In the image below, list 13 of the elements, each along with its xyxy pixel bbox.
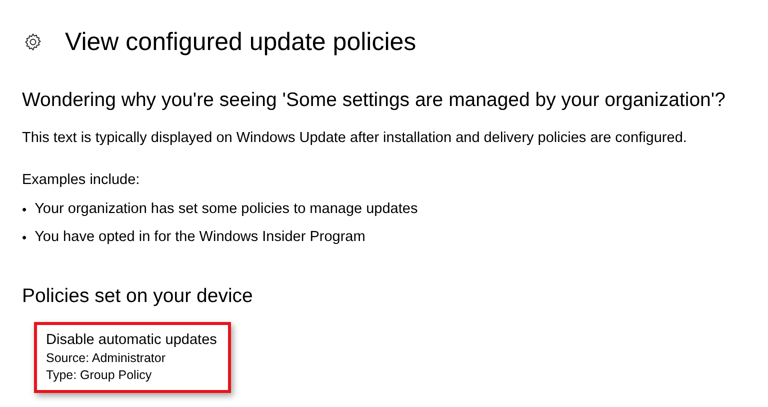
examples-label: Examples include: [22,172,141,188]
description-text: This text is typically displayed on Windows Update after installation and delivery policies are configured. [22,130,688,146]
policy-source: Source: Administrator [46,351,166,365]
page-title: View configured update policies [65,28,416,56]
example-text: Your organization has set some policies to manage updates [34,201,418,217]
example-text: You have opted in for the Windows Insider Program [34,229,366,245]
settings-icon [23,32,43,52]
section-heading: Wondering why you're seeing 'Some settings are managed by your organization'? [22,89,726,112]
bullet-mark: • [22,230,27,244]
bullet-mark: • [22,202,27,216]
policy-name: Disable automatic updates [46,332,217,348]
policy-type: Type: Group Policy [46,368,153,382]
section-heading: Policies set on your device [22,285,254,308]
